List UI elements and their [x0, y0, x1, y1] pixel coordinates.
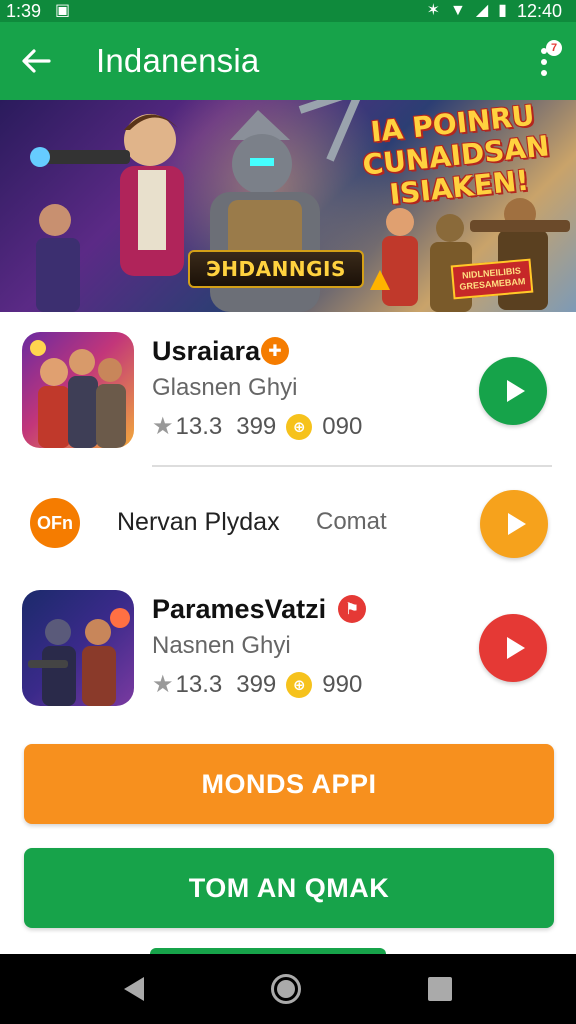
promo-play-button[interactable] [480, 490, 548, 558]
app-name: ParamesVatzi [152, 594, 327, 624]
app-rating: 13.3 [175, 670, 223, 698]
play-icon [506, 380, 525, 402]
app-icon [22, 590, 134, 706]
bluetooth-icon: ✶ [426, 2, 440, 19]
nav-home-button[interactable] [270, 974, 301, 1004]
play-button[interactable] [479, 357, 547, 425]
status-time-left: 1:39 [6, 0, 42, 21]
app-list-item[interactable]: Usraiara ✚ Glasnen Ghyi ★ 13.3 399 ⊕ 090 [0, 312, 576, 462]
triangle-back-icon [123, 977, 144, 1001]
banner-tag: NIDLNEILIBIS GRESAMEBAM [450, 258, 534, 300]
status-bar: 1:39 ▣ ✶ ▼ ◢ ▮ 12:40 [0, 0, 576, 22]
phone-screen: 1:39 ▣ ✶ ▼ ◢ ▮ 12:40 Indanensia 7 IA POI… [0, 0, 576, 1024]
offer-chip: OFn [30, 498, 80, 548]
status-right: ✶ ▼ ◢ ▮ 12:40 [427, 1, 562, 22]
app-developer: Glasnen Ghyi [152, 374, 298, 401]
coin-icon: ⊕ [286, 671, 313, 698]
arrow-left-icon [22, 49, 51, 73]
image-notification-icon: ▣ [55, 2, 71, 19]
verified-badge-icon: ⚑ [338, 595, 366, 623]
status-time-right: 12:40 [516, 0, 562, 21]
game-logo: ЭHDANNGIS [188, 250, 364, 288]
system-nav-bar [0, 954, 576, 1024]
promo-label: Comat [316, 508, 387, 535]
back-button[interactable] [0, 22, 72, 100]
coin-icon: ⊕ [286, 413, 313, 440]
battery-icon: ▮ [498, 2, 507, 19]
nav-recents-button[interactable] [428, 977, 453, 1001]
app-name: Usraiara [152, 336, 261, 366]
home-circle-icon [276, 980, 295, 998]
app-meta: ★ 13.3 399 ⊕ 990 [152, 670, 362, 699]
star-icon: ★ [152, 671, 174, 698]
list-divider [152, 465, 552, 467]
app-list-item[interactable]: ParamesVatzi ⚑ Nasnen Ghyi ★ 13.3 399 ⊕ … [0, 572, 576, 722]
app-price: 990 [322, 670, 363, 698]
promo-banner[interactable]: IA POINRU CUNAIDSAN ISIAKEN! ЭHDANNGIS N… [0, 100, 576, 312]
app-downloads: 399 [236, 412, 277, 440]
wifi-icon: ▼ [449, 2, 466, 19]
menu-dot [541, 70, 547, 76]
app-rating: 13.3 [175, 412, 223, 440]
app-icon [22, 332, 134, 448]
overflow-menu-button[interactable]: 7 [526, 40, 562, 84]
primary-action-button[interactable]: MONDS APPI [24, 744, 554, 824]
status-left: 1:39 ▣ [6, 1, 70, 22]
verified-badge-icon: ✚ [261, 337, 289, 365]
square-recents-icon [428, 977, 453, 1001]
play-button[interactable] [479, 614, 547, 682]
star-icon: ★ [152, 413, 174, 440]
app-downloads: 399 [236, 670, 277, 698]
app-meta: ★ 13.3 399 ⊕ 090 [152, 412, 362, 441]
app-icon-art [30, 340, 126, 448]
play-icon [506, 637, 525, 659]
app-developer: Nasnen Ghyi [152, 632, 291, 659]
signal-icon: ◢ [475, 2, 489, 19]
app-price: 090 [322, 412, 363, 440]
page-title: Indanensia [96, 42, 260, 79]
app-icon-art [28, 608, 130, 706]
play-icon [507, 513, 526, 535]
app-bar: Indanensia 7 [0, 22, 576, 100]
nav-back-button[interactable] [123, 977, 144, 1001]
menu-dot [541, 59, 547, 65]
secondary-action-button[interactable]: TOM AN QMAK [24, 848, 554, 928]
promo-title: Nervan Plydax [117, 508, 280, 536]
notification-badge: 7 [546, 40, 562, 56]
